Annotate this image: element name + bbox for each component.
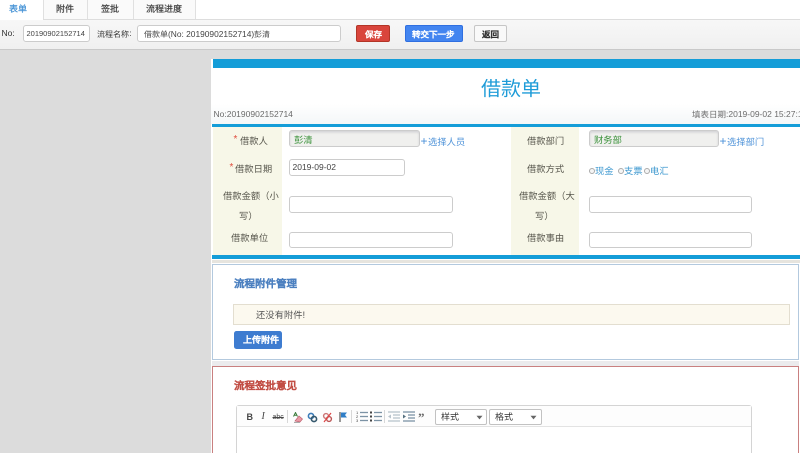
svg-text:3: 3 — [356, 418, 359, 422]
